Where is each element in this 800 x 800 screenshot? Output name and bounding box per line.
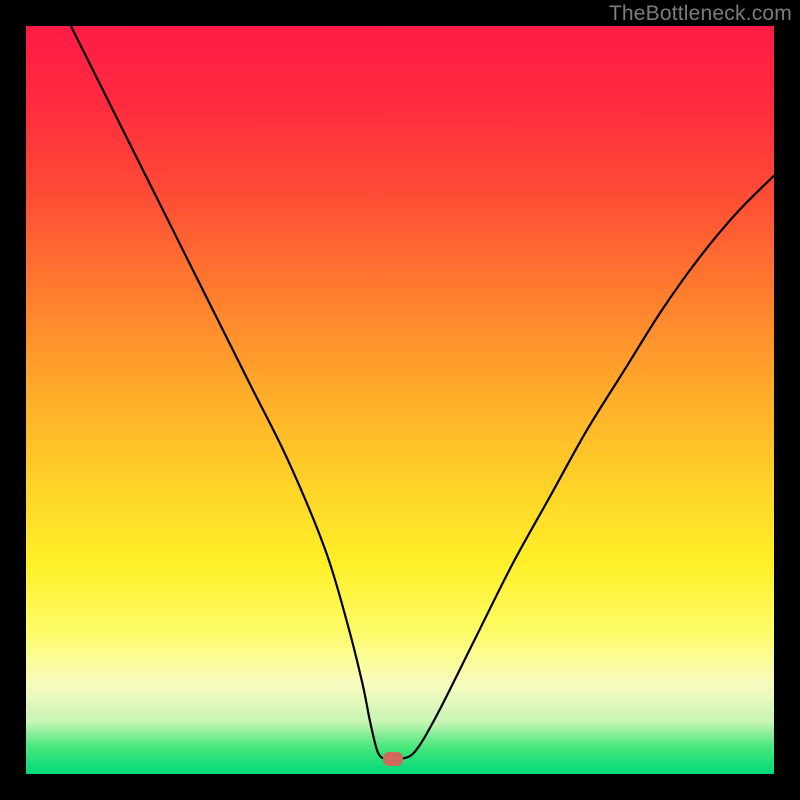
watermark-label: TheBottleneck.com (609, 2, 792, 26)
chart-frame: TheBottleneck.com (0, 0, 800, 800)
minimum-marker (383, 752, 403, 766)
bottleneck-curve (26, 26, 774, 774)
plot-area (26, 26, 774, 774)
